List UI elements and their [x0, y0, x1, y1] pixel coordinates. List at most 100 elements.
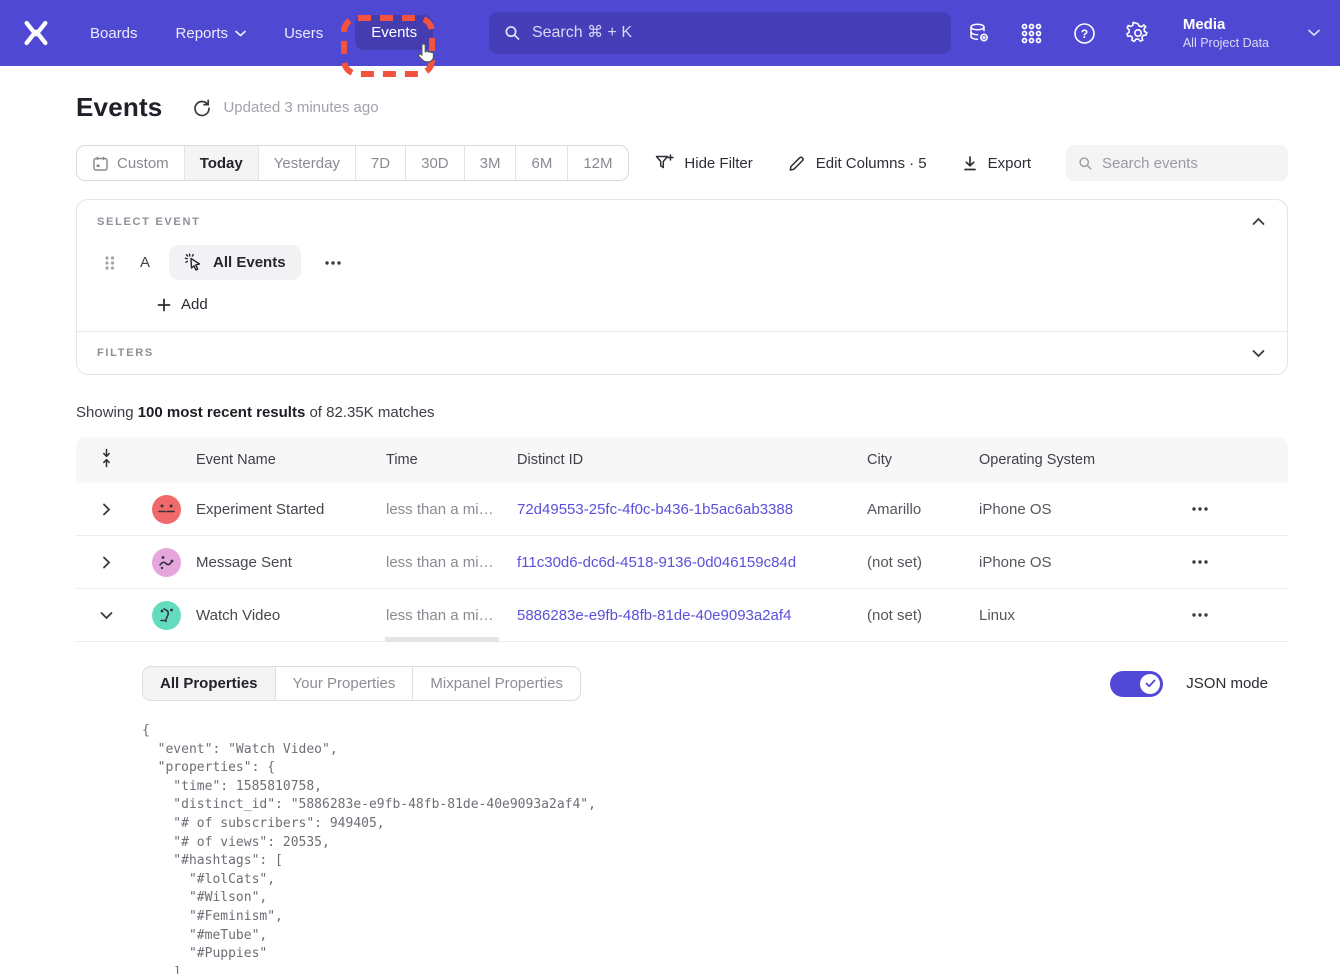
select-event-header: SELECT EVENT	[77, 200, 1287, 228]
collapse-section-button[interactable]	[1250, 215, 1267, 228]
cell-city: (not set)	[867, 607, 979, 624]
json-mode-toggle[interactable]	[1110, 671, 1163, 697]
column-header-distinct-id[interactable]: Distinct ID	[517, 452, 867, 468]
workspace-switcher[interactable]: Media All Project Data	[1183, 15, 1269, 51]
tab-all-properties[interactable]: All Properties	[143, 667, 275, 700]
date-range-3m[interactable]: 3M	[464, 146, 516, 180]
column-header-event-name[interactable]: Event Name	[196, 452, 386, 468]
nav-item-boards[interactable]: Boards	[90, 25, 138, 42]
json-mode-control: JSON mode	[1110, 671, 1268, 697]
events-page: Events Updated 3 minutes ago Custom Toda…	[76, 92, 1288, 974]
data-connections-icon[interactable]	[967, 21, 991, 45]
cell-distinct-id[interactable]: 72d49553-25fc-4f0c-b436-1b5ac6ab3388	[517, 501, 867, 518]
cell-time: less than a min...	[386, 554, 517, 571]
add-event-button[interactable]: Add	[157, 296, 1287, 313]
table-toolbar: Hide Filter Edit Columns · 5 Export	[655, 145, 1288, 181]
cell-event-name: Experiment Started	[196, 501, 386, 518]
drag-handle-icon[interactable]	[103, 254, 116, 272]
funnel-plus-icon	[655, 154, 674, 172]
cell-event-name: Watch Video	[196, 607, 386, 624]
cell-time: less than a min...	[386, 607, 517, 624]
table-row: Experiment Started less than a min... 72…	[76, 483, 1288, 536]
global-search[interactable]	[489, 12, 951, 54]
date-range-12m[interactable]: 12M	[567, 146, 627, 180]
table-row-expanded: Watch Video less than a min... 5886283e-…	[76, 589, 1288, 642]
navbar-right-cluster: ? Media All Project Data	[967, 15, 1320, 51]
cell-os: Linux	[979, 607, 1181, 624]
column-header-city[interactable]: City	[867, 452, 979, 468]
row-actions-button[interactable]	[1181, 506, 1209, 512]
global-search-input[interactable]	[532, 24, 936, 42]
event-detail-panel: All Properties Your Properties Mixpanel …	[76, 642, 1288, 974]
cell-distinct-id[interactable]: 5886283e-e9fb-48fb-81de-40e9093a2af4	[517, 607, 867, 624]
nav-item-events-wrap: Events	[355, 24, 433, 42]
tab-your-properties[interactable]: Your Properties	[275, 667, 413, 700]
cell-distinct-id[interactable]: f11c30d6-dc6d-4518-9136-0d046159c84d	[517, 554, 867, 571]
sort-time-icon[interactable]	[100, 448, 113, 472]
workspace-project: All Project Data	[1183, 35, 1269, 51]
query-builder-card: SELECT EVENT A All Events Add	[76, 199, 1288, 375]
table-row: Message Sent less than a min... f11c30d6…	[76, 536, 1288, 589]
row-actions-button[interactable]	[1181, 559, 1209, 565]
event-options-button[interactable]	[320, 256, 346, 270]
row-actions-button[interactable]	[1181, 612, 1209, 618]
event-avatar	[152, 601, 181, 630]
json-mode-label: JSON mode	[1186, 675, 1268, 692]
hide-filter-button[interactable]: Hide Filter	[655, 154, 752, 172]
nav-item-reports[interactable]: Reports	[176, 25, 247, 42]
apps-grid-icon[interactable]	[1020, 21, 1044, 45]
download-icon	[962, 155, 978, 172]
svg-text:?: ?	[1081, 26, 1088, 40]
expand-row-button[interactable]	[98, 552, 115, 573]
page-title: Events	[76, 92, 162, 123]
expand-filters-button[interactable]	[1250, 347, 1267, 360]
cell-city: Amarillo	[867, 501, 979, 518]
event-json-viewer[interactable]: { "event": "Watch Video", "properties": …	[142, 722, 1268, 974]
settings-gear-icon[interactable]	[1126, 21, 1150, 45]
ellipsis-icon	[324, 260, 342, 266]
date-range-custom[interactable]: Custom	[77, 146, 184, 180]
sparkle-cursor-icon	[184, 253, 203, 272]
search-events-input[interactable]	[1102, 155, 1276, 172]
help-icon[interactable]: ?	[1073, 21, 1097, 45]
all-events-selector[interactable]: All Events	[169, 245, 301, 280]
filters-section: FILTERS	[77, 331, 1287, 374]
column-header-time[interactable]: Time	[386, 452, 517, 468]
date-range-6m[interactable]: 6M	[515, 146, 567, 180]
search-events-field[interactable]	[1066, 145, 1288, 181]
chevron-down-icon	[235, 30, 246, 37]
collapse-row-button[interactable]	[96, 607, 117, 624]
date-range-today[interactable]: Today	[184, 146, 258, 180]
top-navbar: Boards Reports Users Events	[0, 0, 1340, 66]
event-avatar	[152, 548, 181, 577]
ellipsis-icon	[1191, 612, 1209, 618]
column-header-os[interactable]: Operating System	[979, 452, 1181, 468]
chevron-right-icon	[102, 503, 111, 516]
horizontal-scrollbar[interactable]	[385, 637, 499, 642]
edit-columns-button[interactable]: Edit Columns · 5	[788, 154, 927, 172]
toggle-knob	[1140, 674, 1160, 694]
select-event-label: SELECT EVENT	[97, 216, 201, 228]
date-range-7d[interactable]: 7D	[355, 146, 405, 180]
nav-item-users[interactable]: Users	[284, 25, 323, 42]
date-range-yesterday[interactable]: Yesterday	[258, 146, 355, 180]
export-button[interactable]: Export	[962, 155, 1031, 172]
mixpanel-logo-icon[interactable]	[20, 18, 52, 48]
event-selector-row: A All Events	[103, 245, 1287, 280]
refresh-button[interactable]	[192, 98, 212, 118]
check-icon	[1145, 679, 1156, 688]
updated-timestamp: Updated 3 minutes ago	[223, 99, 378, 116]
date-range-30d[interactable]: 30D	[405, 146, 464, 180]
cell-os: iPhone OS	[979, 554, 1181, 571]
tab-mixpanel-properties[interactable]: Mixpanel Properties	[412, 667, 580, 700]
date-range-control: Custom Today Yesterday 7D 30D 3M 6M 12M	[76, 145, 629, 181]
workspace-chevron-down-icon[interactable]	[1308, 29, 1320, 37]
table-header: Event Name Time Distinct ID City Operati…	[76, 437, 1288, 483]
search-icon	[1078, 155, 1093, 172]
search-icon	[504, 24, 521, 42]
nav-item-events[interactable]: Events	[355, 15, 433, 50]
ellipsis-icon	[1191, 559, 1209, 565]
filters-label: FILTERS	[97, 347, 154, 359]
results-summary: Showing 100 most recent results of 82.35…	[76, 404, 1288, 421]
expand-row-button[interactable]	[98, 499, 115, 520]
